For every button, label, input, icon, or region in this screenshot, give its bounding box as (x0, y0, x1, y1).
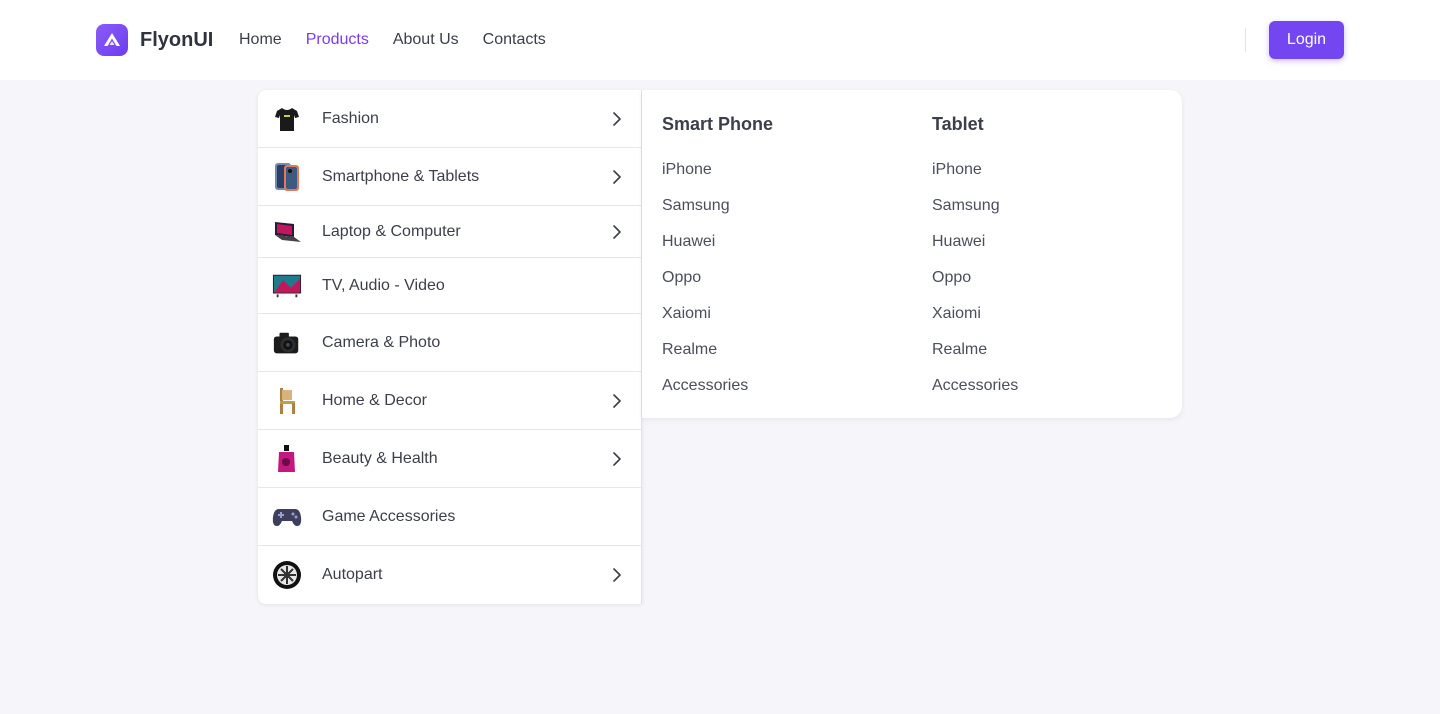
login-button[interactable]: Login (1269, 21, 1344, 59)
submenu-link[interactable]: Samsung (932, 197, 1000, 215)
nav-link-contacts[interactable]: Contacts (483, 30, 546, 50)
category-submenu: Smart Phone iPhone Samsung Huawei Oppo X… (642, 90, 1182, 418)
submenu-link[interactable]: Samsung (662, 197, 730, 215)
submenu-link[interactable]: Realme (932, 341, 987, 359)
chevron-right-icon (613, 568, 623, 582)
nav-divider (1245, 28, 1246, 52)
category-item-camera-photo[interactable]: Camera & Photo (258, 314, 641, 372)
submenu-link[interactable]: Xaiomi (932, 305, 981, 323)
chevron-right-icon (613, 393, 623, 408)
submenu-link[interactable]: Accessories (932, 377, 1018, 395)
category-label: Beauty & Health (322, 449, 438, 467)
perfume-icon (272, 444, 302, 474)
submenu-link[interactable]: Accessories (662, 377, 748, 395)
flyonui-logo-icon (96, 24, 128, 56)
submenu-link[interactable]: Realme (662, 341, 717, 359)
navbar: FlyonUI Home Products About Us Contacts … (0, 0, 1440, 80)
submenu-column-title: Smart Phone (662, 114, 774, 134)
brand[interactable]: FlyonUI (96, 24, 213, 56)
category-item-home-decor[interactable]: Home & Decor (258, 372, 641, 430)
chevron-right-icon (613, 169, 623, 184)
chevron-right-icon (613, 111, 623, 126)
submenu-link[interactable]: Xaiomi (662, 305, 711, 323)
submenu-link[interactable]: Oppo (932, 269, 971, 287)
wheel-icon (272, 560, 302, 590)
laptop-icon (272, 217, 302, 247)
submenu-link[interactable]: iPhone (932, 161, 982, 179)
nav-link-home[interactable]: Home (239, 30, 282, 50)
category-label: Camera & Photo (322, 333, 441, 351)
category-item-laptop-computer[interactable]: Laptop & Computer (258, 206, 641, 258)
submenu-link[interactable]: Oppo (662, 269, 701, 287)
category-label: Smartphone & Tablets (322, 167, 480, 185)
category-label: Laptop & Computer (322, 222, 461, 240)
nav-link-products[interactable]: Products (306, 30, 369, 50)
camera-icon (272, 328, 302, 358)
submenu-link[interactable]: iPhone (662, 161, 712, 179)
category-item-game-accessories[interactable]: Game Accessories (258, 488, 641, 546)
category-label: Game Accessories (322, 507, 456, 525)
submenu-link[interactable]: Huawei (662, 233, 715, 251)
category-menu: Fashion Smartphone & Tablets Laptop & Co… (258, 90, 642, 604)
category-label: Autopart (322, 566, 383, 583)
brand-name: FlyonUI (140, 28, 214, 51)
submenu-link[interactable]: Huawei (932, 233, 985, 251)
submenu-column-title: Tablet (932, 114, 984, 134)
category-label: Fashion (322, 109, 379, 127)
category-item-autopart[interactable]: Autopart (258, 546, 641, 604)
main-nav: Home Products About Us Contacts (239, 30, 570, 50)
smartphone-icon (272, 162, 302, 192)
category-item-tv-audio-video[interactable]: TV, Audio - Video (258, 258, 641, 314)
category-label: Home & Decor (322, 391, 427, 409)
category-item-beauty-health[interactable]: Beauty & Health (258, 430, 641, 488)
category-label: TV, Audio - Video (322, 276, 445, 294)
nav-link-about-us[interactable]: About Us (393, 30, 459, 50)
chevron-right-icon (613, 224, 623, 239)
category-item-fashion[interactable]: Fashion (258, 90, 641, 148)
tshirt-icon (272, 104, 302, 134)
tv-icon (272, 271, 302, 301)
gamepad-icon (272, 502, 302, 532)
chevron-right-icon (613, 451, 623, 466)
chair-icon (272, 386, 302, 416)
category-item-smartphone-tablets[interactable]: Smartphone & Tablets (258, 148, 641, 206)
